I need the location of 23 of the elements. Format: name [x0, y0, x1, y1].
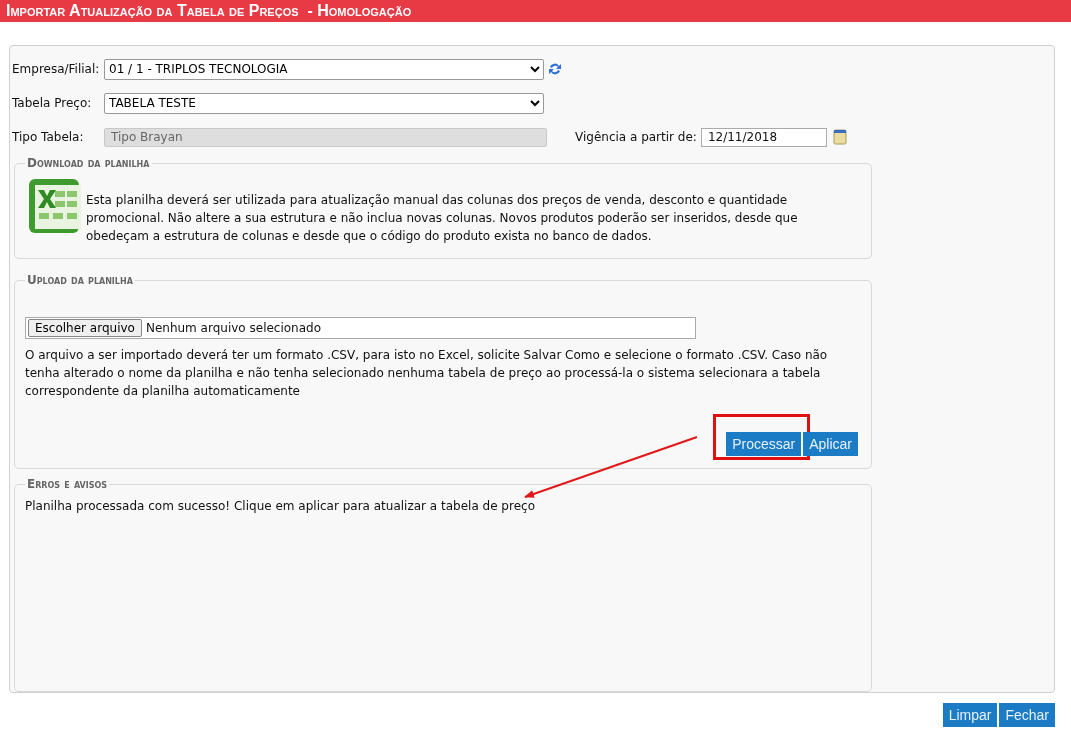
instructions-text: Esta planilha deverá ser utilizada para atualização manual das colunas dos preços de venda, desconto e quantidade promocional. Não altere a sua estrutura e não inclua novas colunas. Novos produtos poderão ser inseridos, desde que obedeçam a estrutura de colunas e desde que o código do produto exista no banco de dados.	[86, 192, 799, 245]
field-label: Tipo Tabela:	[12, 130, 85, 144]
calendar-icon[interactable]	[832, 129, 847, 145]
apply-button[interactable]: Aplicar	[803, 432, 858, 456]
date-field[interactable]: 12/11/2018	[700, 127, 827, 147]
clear-button[interactable]: Limpar	[942, 703, 998, 727]
field-label: Vigência a partir de:	[575, 130, 697, 144]
file-input[interactable]: Escolher arquivo Nenhum arquivo selecionado	[25, 317, 696, 339]
status-message: Planilha processada com sucesso! Clique em aplicar para atualizar a tabela de preço	[25, 498, 536, 515]
price-table-select[interactable]: TABELA TESTE	[104, 92, 544, 114]
close-button[interactable]: Fechar	[999, 703, 1055, 727]
section-legend: Erros e avisos	[25, 477, 110, 491]
page-title: Importar Atualização da Tabela de Preços - Homologação	[6, 2, 412, 20]
refresh-icon[interactable]	[547, 61, 563, 77]
section-legend: Upload da planilha	[25, 273, 135, 287]
company-select[interactable]: 01 / 1 - TRIPLOS TECNOLOGIA	[104, 58, 544, 80]
field-label: Tabela Preço:	[12, 96, 93, 110]
field-label: Empresa/Filial:	[12, 62, 101, 76]
process-button[interactable]: Processar	[726, 432, 802, 456]
file-status: Nenhum arquivo selecionado	[145, 321, 322, 335]
instructions-text: O arquivo a ser importado deverá ter um formato .CSV, para isto no Excel, solicite Salvar Como e selecione o formato .CSV. Caso não tenha alterado o nome da planilha e não tenha selecionado nenhuma tabela de preço ao processá-la o sistema selecionara a tabela correspondente da planilha automaticamente	[25, 347, 829, 400]
section-legend: Download da planilha	[25, 156, 152, 170]
choose-file-button[interactable]: Escolher arquivo	[28, 319, 142, 337]
